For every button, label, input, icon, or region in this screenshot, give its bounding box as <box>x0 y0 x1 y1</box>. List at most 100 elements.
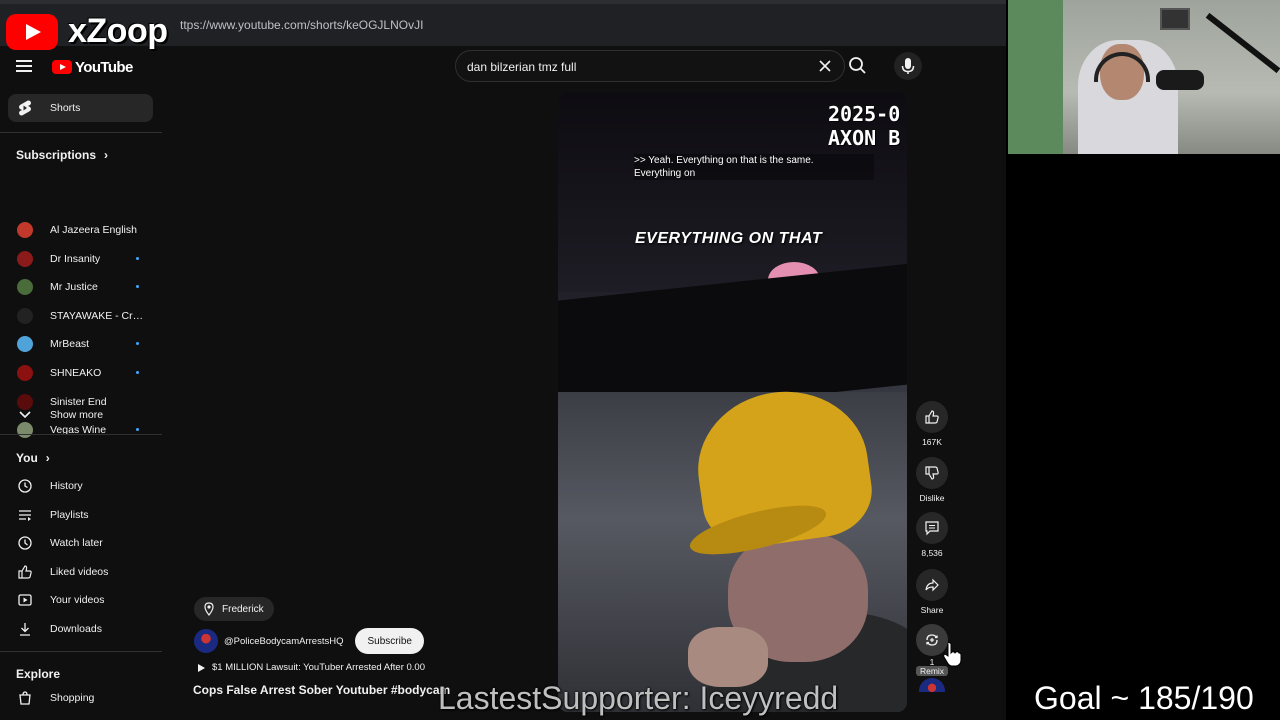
like-action: 167K <box>916 401 948 447</box>
channel-avatar-icon <box>16 278 34 296</box>
subscription-item[interactable]: SHNEAKO <box>8 359 153 387</box>
hamburger-menu-icon[interactable] <box>16 60 32 72</box>
shorts-video-player[interactable]: 2025-0 AXON B >> Yeah. Everything on tha… <box>558 92 907 712</box>
sidebar-item-label: Shopping <box>50 692 95 704</box>
channel-handle[interactable]: @PoliceBodycamArrestsHQ <box>224 636 343 647</box>
channel-avatar-icon <box>16 250 34 268</box>
explore-heading: Explore <box>16 667 60 681</box>
comment-icon <box>925 521 939 536</box>
webcam-green-wall <box>1008 0 1063 154</box>
new-content-dot <box>136 256 139 260</box>
voice-search-button[interactable] <box>894 52 922 80</box>
new-content-dot <box>136 371 139 374</box>
remix-label: Remix <box>916 666 948 676</box>
explore-heading-label: Explore <box>16 667 61 681</box>
sidebar-item-your-videos[interactable]: Your videos <box>8 586 153 614</box>
subscription-item[interactable]: Mr Justice <box>8 273 153 301</box>
comments-button[interactable] <box>916 512 948 544</box>
search-input[interactable]: dan bilzerian tmz full <box>467 60 576 74</box>
sidebar-item-shorts[interactable]: Shorts <box>8 94 153 122</box>
your-videos-icon <box>16 591 34 609</box>
chevron-down-icon <box>16 406 34 424</box>
subscription-item[interactable]: Al Jazeera English <box>8 216 153 244</box>
comments-action: 8,536 <box>916 512 948 558</box>
you-heading-label: You <box>16 451 38 465</box>
latest-supporter-overlay: LastestSupporter: Iceyyredd <box>438 680 839 716</box>
thumbs-down-icon <box>925 466 939 480</box>
sidebar-item-history[interactable]: History <box>8 472 153 500</box>
sidebar-item-label: Watch later <box>50 537 103 550</box>
webcam-microphone <box>1156 70 1204 90</box>
related-video-link[interactable]: $1 MILLION Lawsuit: YouTuber Arrested Af… <box>196 662 425 673</box>
address-url[interactable]: ttps://www.youtube.com/shorts/keOGJLNOvJ… <box>180 18 423 32</box>
video-person-hand <box>688 627 768 687</box>
sidebar-item-label: History <box>50 480 83 492</box>
share-button[interactable] <box>916 569 948 601</box>
comment-count: 8,536 <box>921 548 943 558</box>
show-more-label: Show more <box>50 409 104 421</box>
show-more-button[interactable]: Show more <box>8 401 153 429</box>
sidebar-divider <box>0 651 162 652</box>
like-button[interactable] <box>916 401 948 433</box>
subscription-label: Al Jazeera English <box>50 224 137 236</box>
channel-avatar-icon[interactable] <box>919 678 945 692</box>
goal-overlay: Goal ~ 185/190 <box>1034 680 1254 716</box>
shorts-icon <box>16 99 34 117</box>
channel-avatar-icon <box>16 307 34 325</box>
subscription-item[interactable]: STAYAWAKE - Crim... <box>8 302 153 330</box>
channel-avatar-icon <box>16 221 34 239</box>
channel-avatar <box>17 336 33 353</box>
chevron-right-icon: › <box>104 148 109 162</box>
youtube-logo[interactable]: YouTube <box>52 58 133 76</box>
sidebar: Shorts Subscriptions › Al Jazeera Englis… <box>0 86 162 720</box>
bodycam-timestamp: 2025-0 AXON B <box>828 102 901 150</box>
location-chip[interactable]: Frederick <box>194 597 274 621</box>
share-label: Share <box>920 605 944 615</box>
subscription-item[interactable]: Dr Insanity <box>8 245 153 273</box>
thumbs-up-icon <box>925 410 939 424</box>
short-title: Cops False Arrest Sober Youtuber #bodyca… <box>193 683 451 697</box>
channel-avatar <box>17 365 33 381</box>
channel-avatar <box>17 250 33 267</box>
you-heading[interactable]: You › <box>16 451 50 465</box>
subscription-label: Dr Insanity <box>50 252 101 265</box>
subscription-label: STAYAWAKE - Crim... <box>50 309 144 322</box>
share-action: Share <box>916 569 948 615</box>
like-count: 167K <box>922 437 942 447</box>
new-content-dot <box>136 285 139 289</box>
share-icon <box>925 578 939 592</box>
search-box[interactable]: dan bilzerian tmz full <box>455 50 845 82</box>
search-icon[interactable] <box>846 54 870 78</box>
clear-search-icon[interactable] <box>816 57 834 75</box>
dislike-button[interactable] <box>916 457 948 489</box>
subscription-label: SHNEAKO <box>50 367 102 379</box>
download-icon <box>16 620 34 638</box>
subscribe-button[interactable]: Subscribe <box>355 628 424 654</box>
microphone-icon <box>901 58 915 74</box>
location-pin-icon <box>204 602 214 616</box>
dislike-action: Dislike <box>916 457 948 503</box>
sidebar-divider <box>0 434 162 435</box>
remix-icon <box>926 634 938 646</box>
streamer-webcam <box>1008 0 1280 154</box>
dislike-label: Dislike <box>919 493 945 503</box>
channel-avatar[interactable] <box>194 629 218 653</box>
sidebar-item-playlists[interactable]: Playlists <box>8 501 153 529</box>
subscriptions-heading[interactable]: Subscriptions › <box>16 148 108 162</box>
sidebar-item-watch-later[interactable]: Watch later <box>8 529 153 557</box>
watch-later-icon <box>16 534 34 552</box>
sidebar-item-liked-videos[interactable]: Liked videos <box>8 558 153 586</box>
stream-logo-overlay: xZoop <box>0 8 180 54</box>
sidebar-item-downloads[interactable]: Downloads <box>8 615 153 643</box>
subscription-item[interactable]: MrBeast <box>8 330 153 358</box>
playlists-icon <box>16 506 34 524</box>
webcam-picture-frame <box>1160 8 1190 30</box>
subscription-label: MrBeast <box>50 338 90 351</box>
subscriptions-heading-label: Subscriptions <box>16 148 97 162</box>
channel-avatar-icon <box>16 364 34 382</box>
chevron-right-icon: › <box>45 451 50 465</box>
channel-avatar <box>17 279 33 296</box>
channel-avatar-icon <box>16 335 34 353</box>
sidebar-item-shopping[interactable]: Shopping <box>8 684 153 712</box>
sidebar-item-label: Your videos <box>50 594 105 607</box>
